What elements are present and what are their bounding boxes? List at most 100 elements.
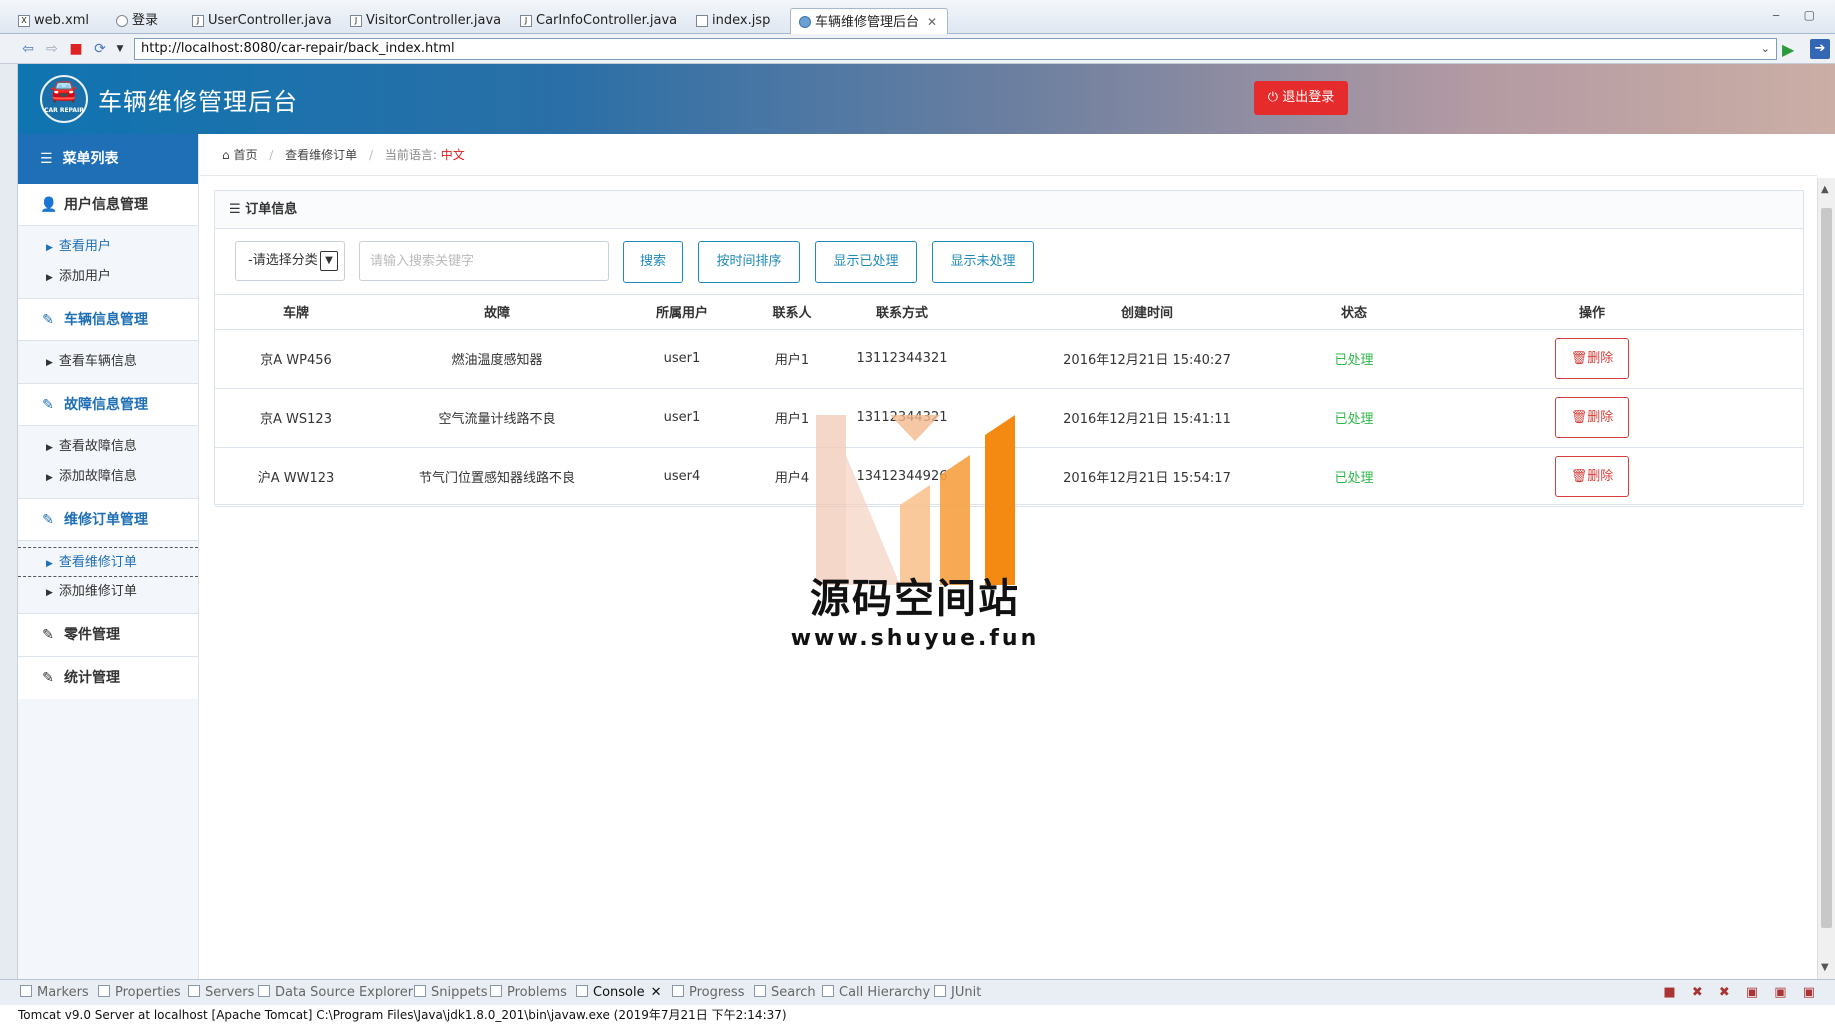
open-external-icon[interactable]: ➔ xyxy=(1810,39,1830,59)
delete-button[interactable]: 🗑删除 xyxy=(1555,397,1629,438)
junit-icon xyxy=(934,985,946,997)
java-file-icon: J xyxy=(350,15,362,27)
tab-carinfo-controller[interactable]: J CarInfoController.java xyxy=(512,8,687,34)
tab-visitor-controller[interactable]: J VisitorController.java xyxy=(342,8,511,34)
plate-cell: 沪A WW123 xyxy=(215,447,377,507)
breadcrumb-separator: / xyxy=(369,148,374,162)
logout-button[interactable]: ⏻ 退出登录 xyxy=(1254,81,1348,115)
search-button[interactable]: 搜索 xyxy=(623,241,683,283)
snippets-icon xyxy=(414,985,426,997)
user-cell: user4 xyxy=(617,447,747,507)
app-title: 车辆维修管理后台 xyxy=(98,88,298,116)
view-tab-problems[interactable]: Problems xyxy=(490,985,567,1000)
view-tab-progress[interactable]: Progress xyxy=(672,985,744,1000)
sidebar-group-parts: ✎ 零件管理 xyxy=(18,614,198,657)
delete-button[interactable]: 🗑删除 xyxy=(1555,456,1629,497)
fault-cell: 空气流量计线路不良 xyxy=(377,388,617,448)
language-label: 当前语言: xyxy=(384,148,437,162)
sidebar-group-vehicles: ✎ 车辆信息管理 ▶ 查看车辆信息 xyxy=(18,299,198,384)
delete-button[interactable]: 🗑删除 xyxy=(1555,338,1629,379)
category-select[interactable]: -请选择分类- ▼ xyxy=(235,241,345,281)
close-icon[interactable]: ✕ xyxy=(651,985,662,1000)
search-icon xyxy=(754,985,766,997)
user-icon: 👤 xyxy=(40,197,58,213)
window-controls[interactable]: ‒ ▢ xyxy=(1772,8,1825,22)
view-tab-data-source-explorer[interactable]: Data Source Explorer xyxy=(258,985,413,1000)
sidebar-item-view-faults[interactable]: ▶ 查看故障信息 xyxy=(18,432,198,462)
caret-right-icon: ▶ xyxy=(46,473,53,483)
sidebar-group-title[interactable]: ✎ 车辆信息管理 xyxy=(18,299,198,341)
refresh-icon[interactable]: ⟳ xyxy=(92,41,108,57)
tab-login[interactable]: 登录 xyxy=(108,8,168,34)
contact-cell: 用户1 xyxy=(747,388,837,448)
sidebar-item-add-fault[interactable]: ▶ 添加故障信息 xyxy=(18,462,198,492)
sidebar-group-faults: ✎ 故障信息管理 ▶ 查看故障信息 ▶ 添加故障信息 xyxy=(18,384,198,499)
scrollbar-thumb[interactable] xyxy=(1821,208,1832,928)
table-header-row: 车牌 故障 所属用户 联系人 联系方式 创建时间 状态 操作 xyxy=(215,295,1803,330)
caret-right-icon: ▶ xyxy=(46,243,53,253)
edit-icon: ✎ xyxy=(42,397,54,413)
chevron-down-icon[interactable]: ▼ xyxy=(112,41,128,57)
sidebar-group-title[interactable]: 👤 用户信息管理 xyxy=(18,184,198,226)
sidebar-group-title[interactable]: ✎ 零件管理 xyxy=(18,614,198,656)
created-cell: 2016年12月21日 15:40:27 xyxy=(967,329,1327,389)
stop-icon[interactable]: ■ xyxy=(68,41,84,57)
console-toolbar-icons[interactable]: ■ ✖ ✖ ▣ ▣ ▣ xyxy=(1663,985,1821,1000)
console-status-line: Tomcat v9.0 Server at localhost [Apache … xyxy=(0,1005,1835,1025)
view-tab-search[interactable]: Search xyxy=(754,985,816,1000)
problems-icon xyxy=(490,985,502,997)
back-icon[interactable]: ⇦ xyxy=(20,41,36,57)
sidebar-item-add-order[interactable]: ▶ 添加维修订单 xyxy=(18,577,198,607)
list-icon: ☰ xyxy=(40,151,53,167)
sidebar-item-view-orders[interactable]: ▶ 查看维修订单 xyxy=(18,547,198,577)
sidebar-group-title[interactable]: ✎ 故障信息管理 xyxy=(18,384,198,426)
globe-icon xyxy=(116,15,128,27)
breadcrumb-home[interactable]: 首页 xyxy=(233,148,257,162)
tab-back-index[interactable]: 车辆维修管理后台 ✕ xyxy=(790,8,949,34)
sidebar-item-view-vehicles[interactable]: ▶ 查看车辆信息 xyxy=(18,347,198,377)
show-processed-button[interactable]: 显示已处理 xyxy=(815,241,917,283)
caret-right-icon: ▶ xyxy=(46,358,53,368)
properties-icon xyxy=(98,985,110,997)
app-header: 🚘 CAR REPAIR 车辆维修管理后台 ⏻ 退出登录 xyxy=(18,64,1835,134)
language-value[interactable]: 中文 xyxy=(441,148,465,162)
plate-cell: 京A WS123 xyxy=(215,388,377,448)
url-input[interactable]: http://localhost:8080/car-repair/back_in… xyxy=(134,38,1777,60)
column-header: 联系方式 xyxy=(837,295,967,330)
view-tab-properties[interactable]: Properties xyxy=(98,985,181,1000)
view-tab-snippets[interactable]: Snippets xyxy=(414,985,487,1000)
show-unprocessed-button[interactable]: 显示未处理 xyxy=(932,241,1034,283)
sidebar-item-view-users[interactable]: ▶ 查看用户 xyxy=(18,232,198,262)
chevron-down-icon[interactable]: ⌄ xyxy=(1761,39,1770,59)
go-icon[interactable]: ▶ xyxy=(1782,40,1794,59)
power-icon: ⏻ xyxy=(1267,90,1283,105)
forward-icon[interactable]: ⇨ xyxy=(44,41,60,57)
view-tab-console[interactable]: Console ✕ xyxy=(576,985,662,1000)
breadcrumb-current[interactable]: 查看维修订单 xyxy=(285,148,357,162)
column-header: 所属用户 xyxy=(617,295,747,330)
view-tab-junit[interactable]: JUnit xyxy=(934,985,981,1000)
search-input[interactable] xyxy=(359,241,609,281)
sort-by-time-button[interactable]: 按时间排序 xyxy=(698,241,800,283)
database-icon xyxy=(258,985,270,997)
sidebar-group-title[interactable]: ✎ 统计管理 xyxy=(18,657,198,699)
caret-right-icon: ▶ xyxy=(46,273,53,283)
caret-right-icon: ▶ xyxy=(46,559,53,569)
sidebar-group-title[interactable]: ✎ 维修订单管理 xyxy=(18,499,198,541)
view-tab-call-hierarchy[interactable]: Call Hierarchy xyxy=(822,985,930,1000)
scroll-down-icon[interactable]: ▼ xyxy=(1821,962,1829,973)
table-row: 京A WP456 燃油温度感知器 user1 用户1 13112344321 2… xyxy=(215,329,1803,389)
trash-icon: 🗑 xyxy=(1570,469,1588,484)
tab-user-controller[interactable]: J UserController.java xyxy=(184,8,342,34)
sidebar-item-add-user[interactable]: ▶ 添加用户 xyxy=(18,262,198,292)
sidebar-group-orders: ✎ 维修订单管理 ▶ 查看维修订单 ▶ 添加维修订单 xyxy=(18,499,198,614)
list-icon: ☰ xyxy=(229,202,246,217)
tab-web-xml[interactable]: Xweb.xml xyxy=(10,8,99,34)
tab-index-jsp[interactable]: index.jsp xyxy=(688,8,780,34)
vertical-scrollbar[interactable]: ▲ ▼ xyxy=(1817,178,1835,979)
scroll-up-icon[interactable]: ▲ xyxy=(1821,184,1829,195)
view-tab-markers[interactable]: Markers xyxy=(20,985,89,1000)
close-icon[interactable]: ✕ xyxy=(927,15,937,29)
user-cell: user1 xyxy=(617,329,747,389)
view-tab-servers[interactable]: Servers xyxy=(188,985,254,1000)
